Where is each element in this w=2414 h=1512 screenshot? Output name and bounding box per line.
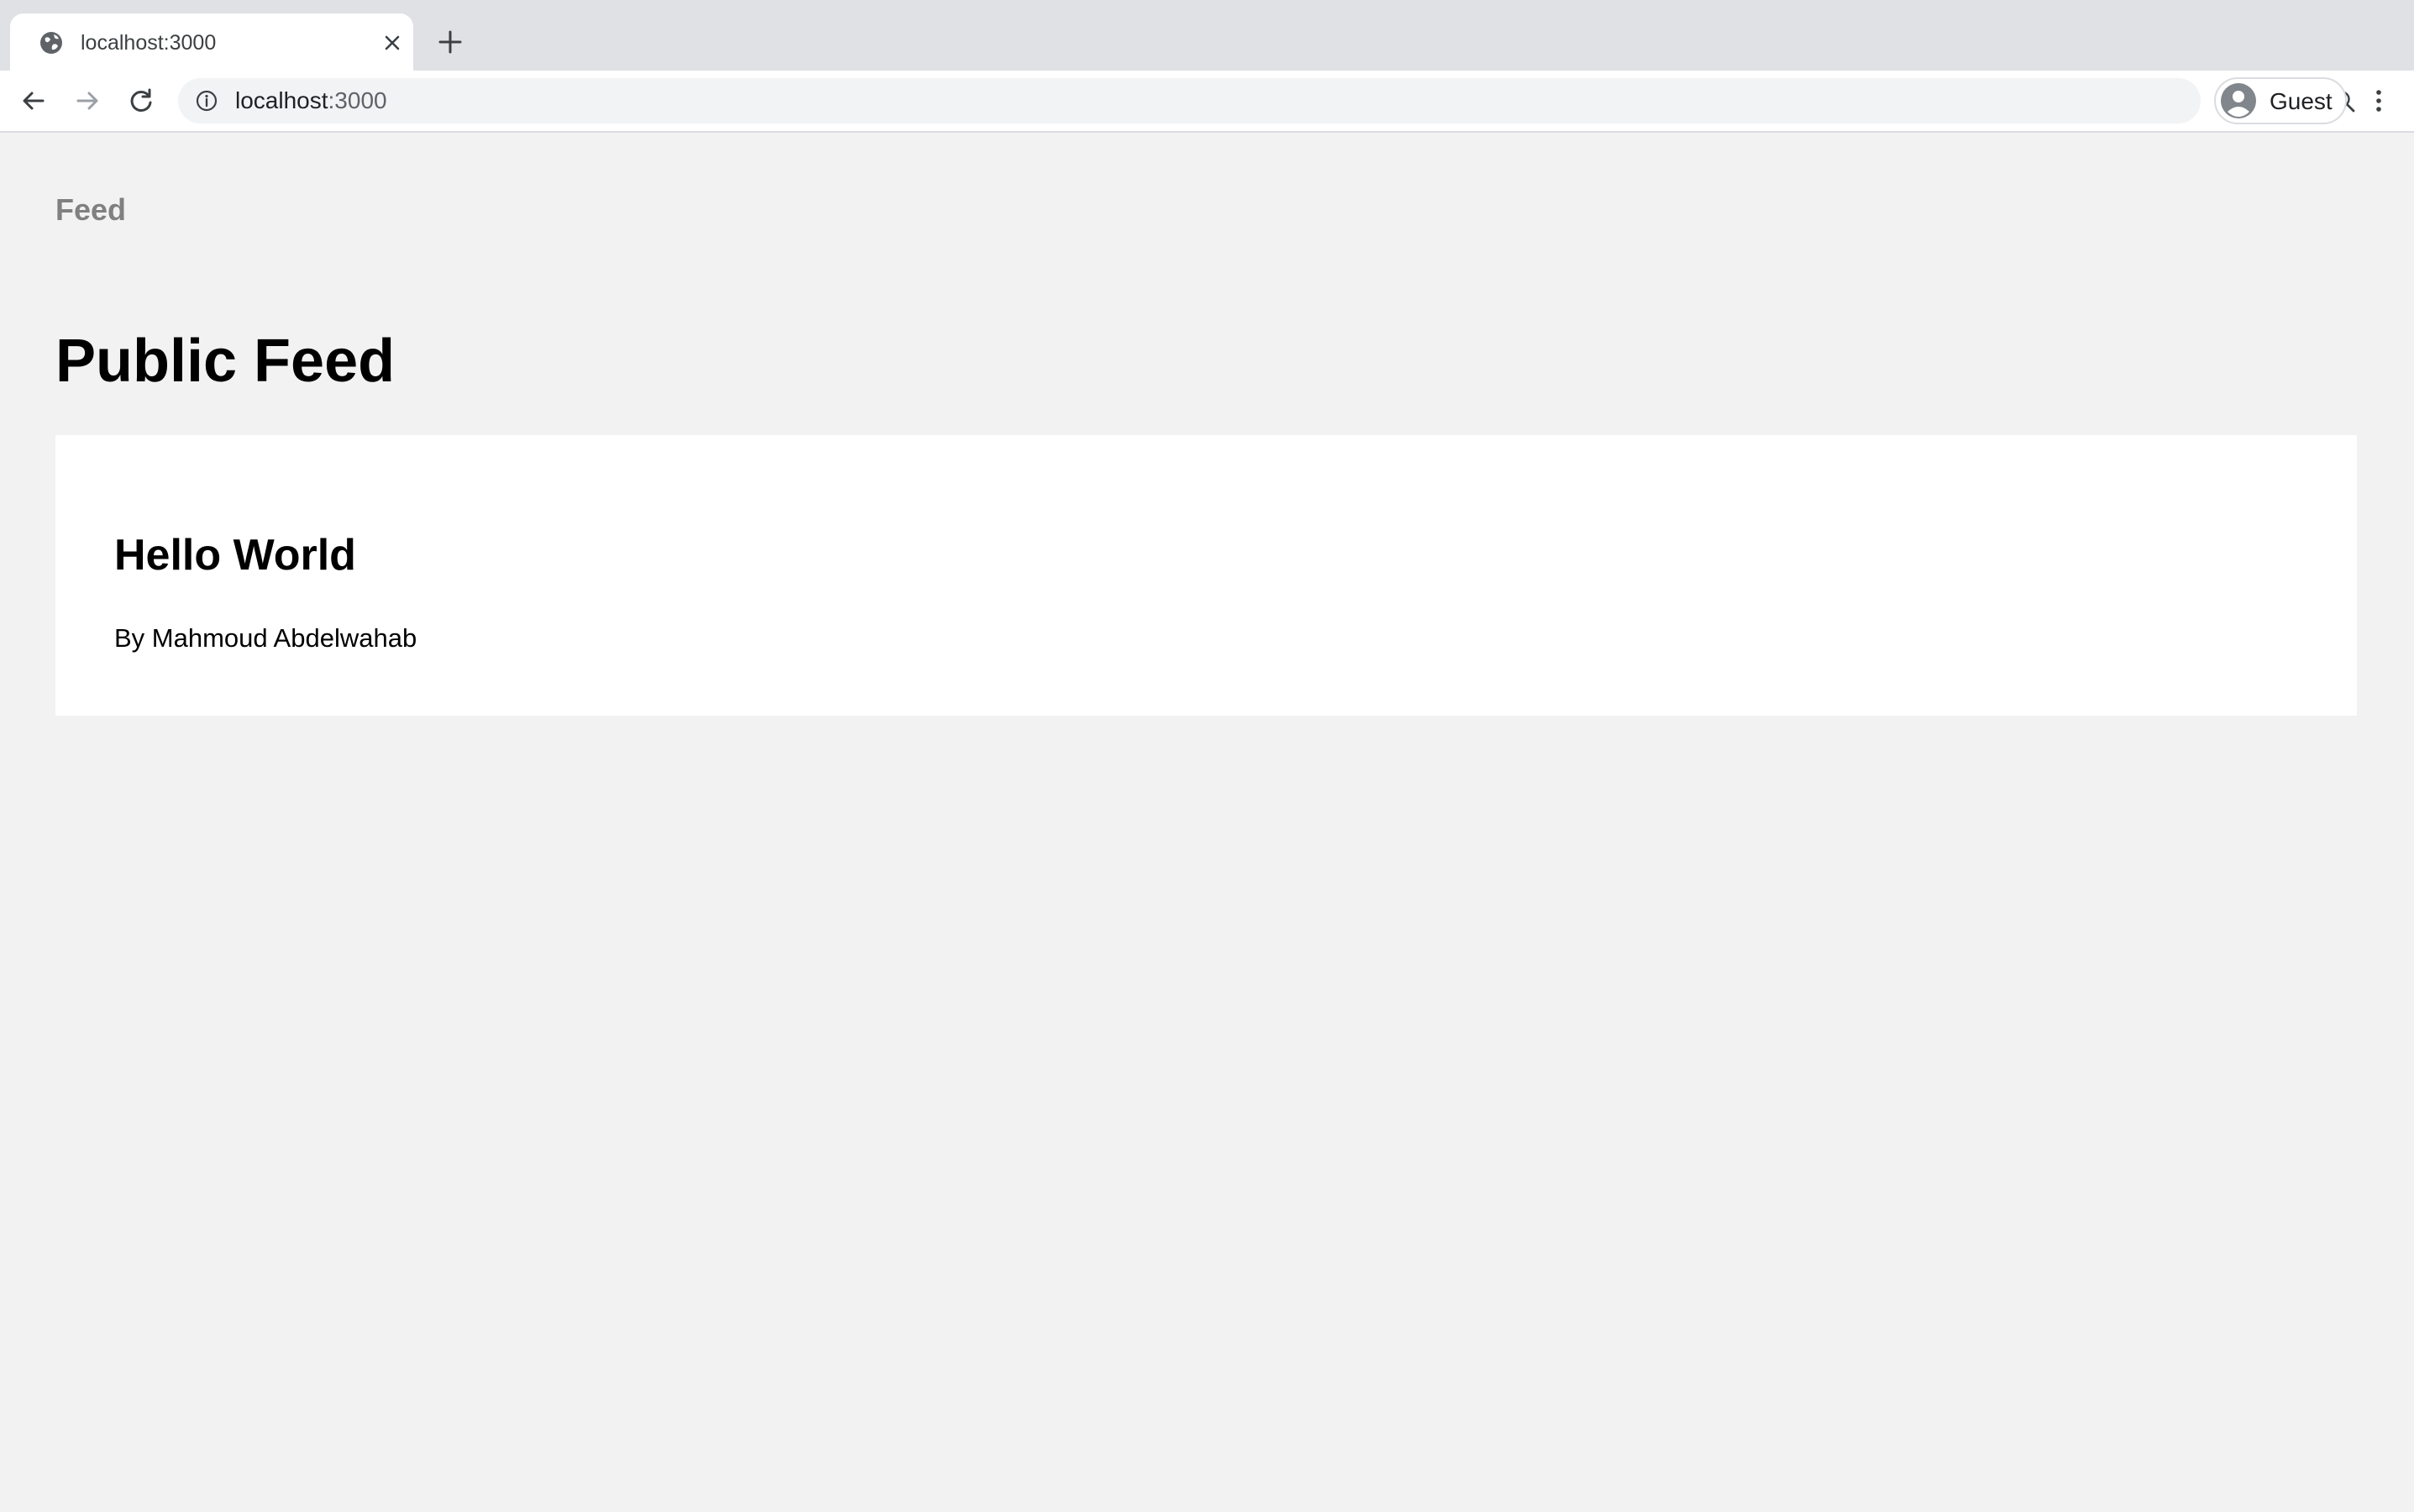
- browser-toolbar: localhost:3000 Guest: [0, 71, 2414, 133]
- kebab-menu-icon[interactable]: [2364, 86, 2394, 116]
- globe-icon: [39, 30, 64, 55]
- post-title: Hello World: [114, 531, 356, 580]
- url-port: :3000: [328, 87, 387, 113]
- reload-icon[interactable]: [126, 86, 156, 116]
- arrow-right-icon[interactable]: [72, 86, 102, 116]
- post-author: By Mahmoud Abdelwahab: [114, 623, 417, 653]
- page-title: Public Feed: [55, 328, 396, 395]
- post-card[interactable]: Hello World By Mahmoud Abdelwahab: [55, 435, 2357, 716]
- arrow-left-icon[interactable]: [18, 86, 49, 116]
- tab-title: localhost:3000: [81, 31, 217, 55]
- profile-label: Guest: [2270, 88, 2333, 114]
- browser-tab[interactable]: localhost:3000: [10, 13, 413, 71]
- close-icon[interactable]: [380, 30, 405, 55]
- profile-button[interactable]: Guest: [2214, 77, 2347, 124]
- url-text: localhost:3000: [235, 87, 387, 115]
- page-content: Feed Public Feed Hello World By Mahmoud …: [0, 133, 2414, 1512]
- url-host: localhost: [235, 87, 328, 113]
- plus-icon[interactable]: [435, 27, 465, 57]
- info-icon[interactable]: [195, 89, 218, 113]
- address-bar[interactable]: localhost:3000: [178, 78, 2355, 123]
- browser-tab-strip: localhost:3000: [0, 0, 2414, 71]
- nav-feed-link[interactable]: Feed: [55, 192, 126, 228]
- avatar-icon: [2221, 83, 2256, 118]
